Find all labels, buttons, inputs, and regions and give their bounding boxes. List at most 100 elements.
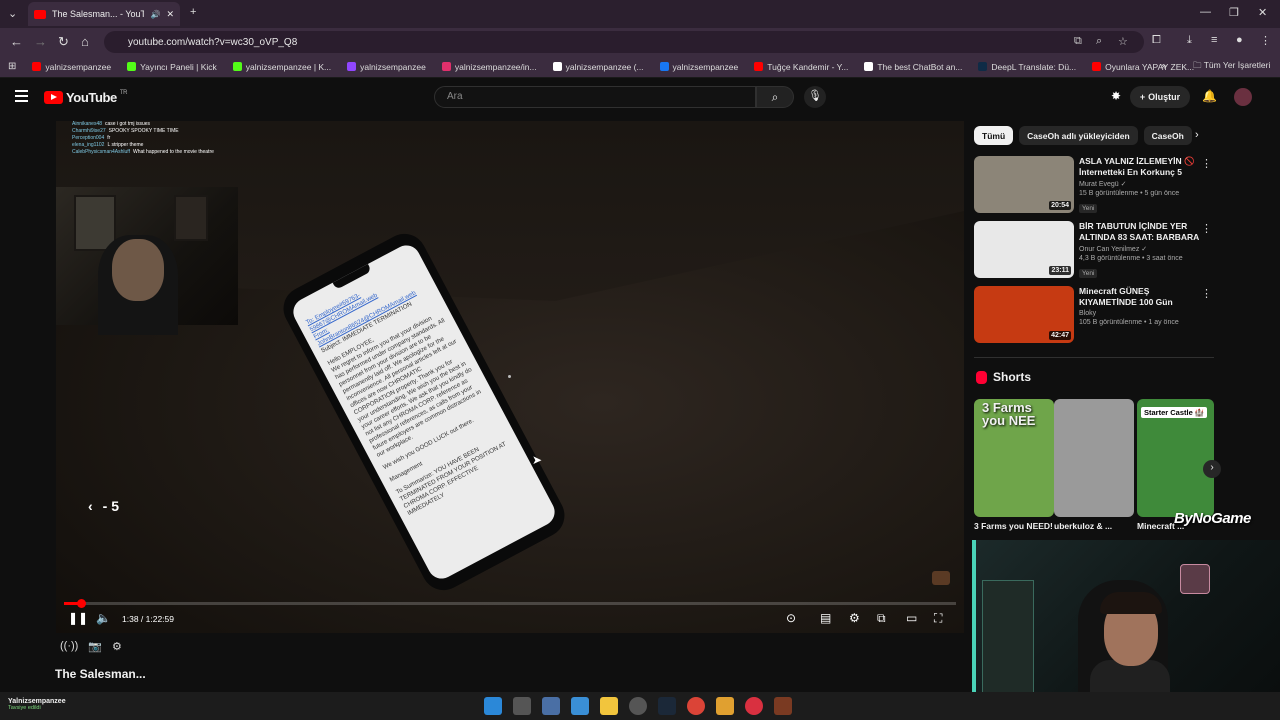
new-tab-icon[interactable]: + <box>190 6 196 18</box>
tools-gear-icon[interactable]: ⚙ <box>112 640 122 653</box>
windows-start-icon[interactable] <box>484 697 502 715</box>
reload-icon[interactable]: ↻ <box>58 34 69 50</box>
notifications-bell-icon[interactable]: 🔔 <box>1202 89 1217 103</box>
short-thumbnail[interactable]: Starter Castle 🏰 <box>1137 399 1214 517</box>
hamburger-menu-icon[interactable] <box>15 90 28 105</box>
bookmark-star-icon[interactable]: ☆ <box>1118 35 1128 48</box>
short-title[interactable]: 3 Farms you NEED! <box>974 521 1054 531</box>
photos-icon[interactable] <box>571 697 589 715</box>
steam-icon[interactable] <box>658 697 676 715</box>
video-player[interactable]: Ainnikanes48 case i got tmj issues Charmhi… <box>56 121 964 633</box>
chrome-icon[interactable] <box>687 697 705 715</box>
minimize-icon[interactable]: — <box>1200 6 1211 18</box>
bookmark-item[interactable]: yalnizsempanzee/in... <box>434 62 545 72</box>
channel-name[interactable]: Bloky <box>1079 310 1203 317</box>
bookmark-item[interactable]: Yayıncı Paneli | Kick <box>119 62 225 72</box>
app-icon[interactable] <box>542 697 560 715</box>
voice-search-button[interactable]: 🎙 <box>804 86 826 108</box>
video-thumbnail[interactable]: 23:11 <box>974 221 1074 278</box>
theater-mode-icon[interactable]: ▭ <box>906 611 917 625</box>
forward-icon[interactable]: → <box>34 34 47 49</box>
apps-grid-icon[interactable]: ⊞ <box>0 61 24 72</box>
bookmarks-overflow-icon[interactable]: » <box>1161 61 1167 72</box>
bookmark-item[interactable]: The best ChatBot an... <box>856 62 970 72</box>
filter-chip[interactable]: CaseOh <box>1143 126 1192 145</box>
bookmark-item[interactable]: Oyunlara YAPAY ZEK... <box>1084 62 1202 72</box>
player-controls: ❚❚ 🔈 1:38 / 1:22:59 ⊙ ▤ ⚙ ⧉ ▭ ⛶ <box>56 607 964 633</box>
recommendation-item[interactable]: 20:54 ASLA YALNIZ İZLEMEYİN 🚫 İnternettek… <box>974 156 1214 214</box>
browser-menu-icon[interactable]: ⋮ <box>1260 34 1271 47</box>
video-thumbnail[interactable]: 42:47 <box>974 286 1074 343</box>
task-view-icon[interactable] <box>513 697 531 715</box>
channel-name[interactable]: Onur Can Yenilmez ✓ <box>1079 245 1203 253</box>
zoom-icon[interactable]: ⌕ <box>1096 35 1102 48</box>
tab-search-icon[interactable]: ⌄ <box>8 7 17 20</box>
youtube-logo-text: YouTube <box>66 90 117 105</box>
media-icon[interactable]: ≡ <box>1211 34 1217 46</box>
video-title[interactable]: Minecraft GÜNEŞ KIYAMETİNDE 100 Gün Haya… <box>1079 286 1203 308</box>
search-input[interactable]: Ara <box>434 86 756 108</box>
profile-icon[interactable]: ● <box>1236 34 1243 46</box>
extensions-icon[interactable]: ⧠ <box>1152 34 1161 47</box>
bookmark-item[interactable]: DeepL Translate: Dü... <box>970 62 1084 72</box>
bookmark-item[interactable]: yalnizsempanzee <box>339 62 434 72</box>
video-thumbnail[interactable]: 20:54 <box>974 156 1074 213</box>
home-icon[interactable]: ⌂ <box>81 34 89 49</box>
app-icon[interactable] <box>745 697 763 715</box>
app-icon[interactable] <box>716 697 734 715</box>
bookmark-favicon-icon <box>32 62 42 71</box>
chat-user: Ainnikanes48 <box>72 121 103 127</box>
miniplayer-icon[interactable]: ⧉ <box>877 611 886 626</box>
bookmark-item[interactable]: yalnizsempanzee | K... <box>225 62 339 72</box>
install-icon[interactable]: ⧉ <box>1074 35 1082 48</box>
download-icon[interactable]: ⤓ <box>1187 34 1192 47</box>
bookmark-label: The best ChatBot an... <box>877 61 963 72</box>
obs-icon[interactable] <box>629 697 647 715</box>
bookmark-item[interactable]: yalnizsempanzee <box>652 62 747 72</box>
short-title[interactable]: uberkuloz & ... <box>1054 521 1134 531</box>
broadcast-icon[interactable]: ((·)) <box>60 640 78 653</box>
game-icon[interactable] <box>774 697 792 715</box>
tab-close-icon[interactable]: ✕ <box>166 9 174 20</box>
more-options-icon[interactable]: ⋮ <box>1201 157 1212 170</box>
settings-gear-icon[interactable]: ⚙ <box>849 611 860 625</box>
volume-icon[interactable]: 🔈 <box>96 611 111 625</box>
account-avatar[interactable] <box>1234 88 1252 106</box>
file-explorer-icon[interactable] <box>600 697 618 715</box>
subtitles-icon[interactable]: ▤ <box>820 611 831 625</box>
recommendation-item[interactable]: 23:11 BİR TABUTUN İÇİNDE YER ALTINDA 83 S… <box>974 221 1214 279</box>
recommendation-item[interactable]: 42:47 Minecraft GÜNEŞ KIYAMETİNDE 100 Gün… <box>974 286 1214 344</box>
chips-next-icon[interactable]: › <box>1195 129 1199 141</box>
create-button[interactable]: + Oluştur <box>1130 86 1190 108</box>
progress-bar[interactable] <box>64 598 956 608</box>
short-thumbnail[interactable]: 3 Farms you NEE <box>974 399 1054 517</box>
pause-icon[interactable]: ❚❚ <box>68 611 88 625</box>
restore-icon[interactable]: ❐ <box>1229 6 1239 19</box>
more-options-icon[interactable]: ⋮ <box>1201 287 1212 300</box>
window-close-icon[interactable]: ✕ <box>1258 6 1267 19</box>
studio-icon[interactable]: ✸ <box>1111 89 1121 103</box>
more-options-icon[interactable]: ⋮ <box>1201 222 1212 235</box>
camera-icon[interactable]: 📷 <box>88 640 102 653</box>
bookmark-item[interactable]: yalnizsempanzee (... <box>545 62 652 72</box>
short-thumbnail[interactable] <box>1054 399 1134 517</box>
video-title[interactable]: ASLA YALNIZ İZLEMEYİN 🚫 İnternetteki En … <box>1079 156 1203 178</box>
chat-user: CalebPhysicsman4Ashluff <box>72 149 130 155</box>
channel-name[interactable]: Murat Evegü ✓ <box>1079 180 1203 188</box>
autoplay-toggle[interactable]: ⊙ <box>786 611 796 625</box>
filter-chip[interactable]: Tümü <box>974 126 1014 145</box>
video-title[interactable]: BİR TABUTUN İÇİNDE YER ALTINDA 83 SAAT: … <box>1079 221 1203 243</box>
browser-tab-active[interactable]: The Salesman... - YouTube 🔊 ✕ <box>28 2 180 26</box>
fullscreen-icon[interactable]: ⛶ <box>934 611 942 626</box>
audio-icon[interactable]: 🔊 <box>150 10 160 19</box>
shorts-next-icon[interactable]: › <box>1203 460 1221 478</box>
bookmark-item[interactable]: yalnizsempanzee <box>24 62 119 72</box>
search-button[interactable]: ⌕ <box>756 86 794 108</box>
bookmark-item[interactable]: Tuğçe Kandemir - Y... <box>746 62 856 72</box>
taskbar-user[interactable]: Yalnizsempanzee Tavsiye edildi <box>8 698 66 711</box>
back-icon[interactable]: ← <box>10 34 23 49</box>
filter-chip[interactable]: CaseOh adlı yükleyiciden <box>1019 126 1138 145</box>
youtube-logo[interactable]: YouTube TR <box>44 90 128 105</box>
all-bookmarks[interactable]: 🗀 Tüm Yer İşaretleri <box>1193 60 1270 74</box>
address-bar[interactable]: youtube.com/watch?v=wc30_oVP_Q8 ⧉ ⌕ ☆ <box>104 31 1144 53</box>
